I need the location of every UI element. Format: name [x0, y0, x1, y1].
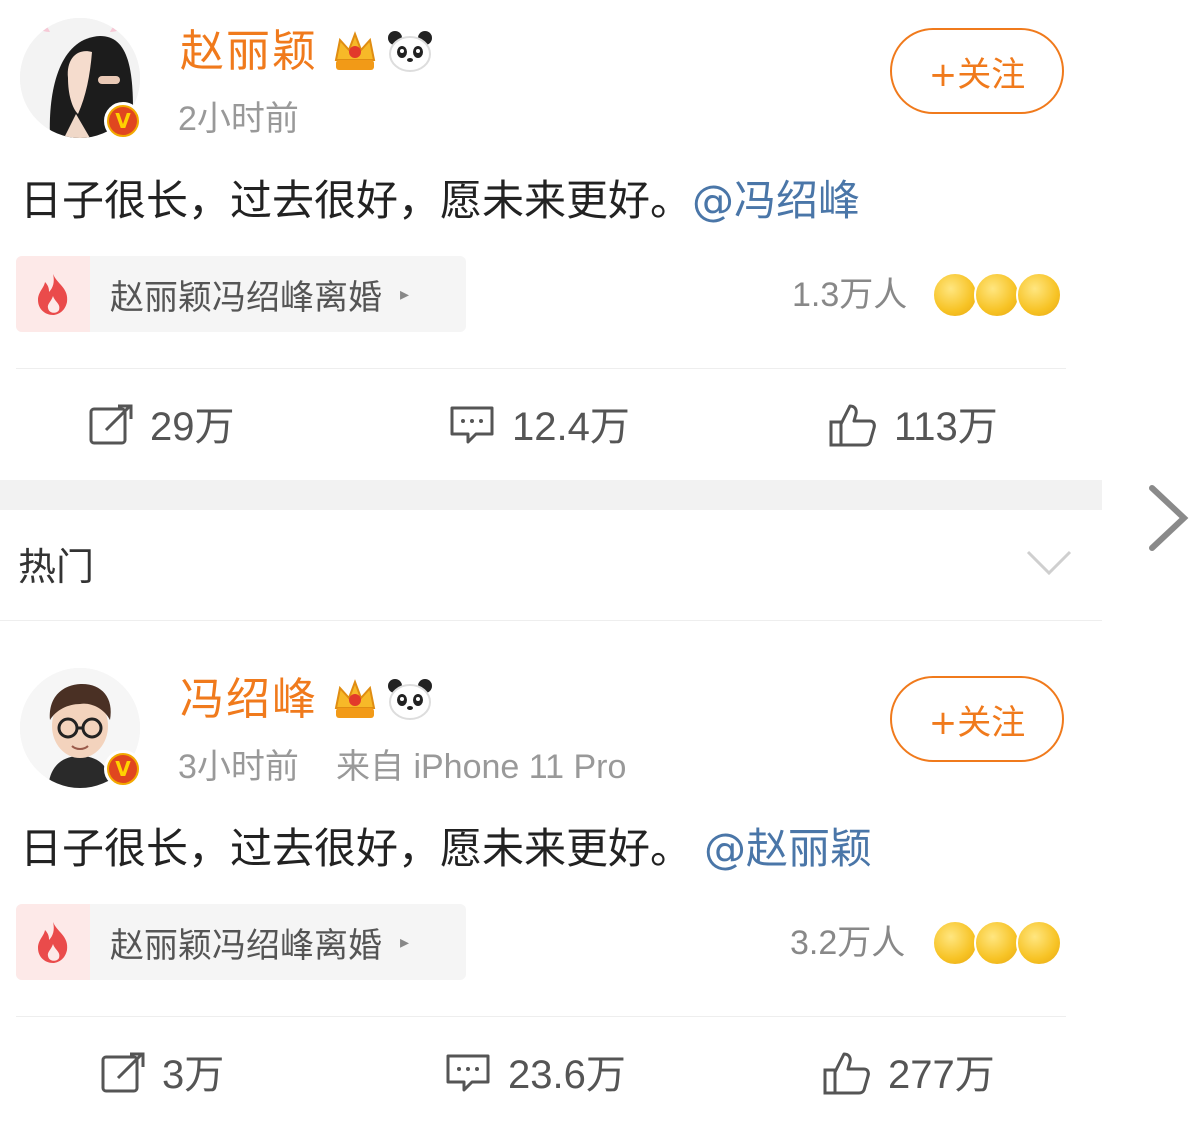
chevron-right-icon[interactable]: [1146, 484, 1190, 556]
sad-emoji-icon: [974, 272, 1020, 318]
fire-icon: [16, 256, 90, 332]
post-source: 来自 iPhone 11 Pro: [336, 748, 627, 786]
topic-participant-count: 3.2万人: [790, 924, 906, 962]
comment-count: 23.6万: [508, 1053, 626, 1097]
panda-icon: [386, 676, 434, 726]
post-body: 日子很长，过去很好，愿未来更好。: [20, 176, 693, 225]
comment-count: 12.4万: [512, 405, 630, 449]
thumbs-up-icon: [822, 1050, 872, 1100]
repost-icon: [88, 404, 134, 450]
verified-v-icon: V: [104, 750, 142, 788]
like-action[interactable]: 113万: [828, 402, 998, 452]
like-action[interactable]: 277万: [822, 1050, 995, 1100]
post-text: 日子很长，过去很好，愿未来更好。@冯绍峰: [20, 180, 860, 222]
post-text: 日子很长，过去很好，愿未来更好。 @赵丽颖: [20, 828, 872, 870]
divider: [16, 368, 1066, 369]
verified-v-icon: V: [104, 102, 142, 140]
like-count: 113万: [894, 405, 998, 449]
divider: [0, 620, 1102, 621]
repost-action[interactable]: 29万: [88, 404, 235, 450]
repost-action[interactable]: 3万: [100, 1052, 224, 1098]
chevron-down-icon[interactable]: [1026, 548, 1072, 582]
mention-link[interactable]: @赵丽颖: [704, 824, 872, 873]
caret-right-icon: ▸: [400, 931, 410, 953]
comment-action[interactable]: 12.4万: [448, 404, 630, 450]
post-body: 日子很长，过去很好，愿未来更好。: [20, 824, 693, 873]
mention-link[interactable]: @冯绍峰: [692, 176, 860, 225]
divider: [16, 1016, 1066, 1017]
panda-icon: [386, 28, 434, 78]
comment-icon: [448, 404, 496, 450]
topic-label: 赵丽颖冯绍峰离婚: [110, 277, 382, 318]
laugh-emoji-icon: [932, 920, 978, 966]
sad-emoji-icon: [974, 920, 1020, 966]
follow-button[interactable]: +关注: [890, 28, 1064, 114]
crown-icon: [332, 678, 378, 726]
reaction-emojis: [932, 272, 1062, 318]
shocked-emoji-icon: [1016, 272, 1062, 318]
crown-icon: [332, 30, 378, 78]
comment-action[interactable]: 23.6万: [444, 1052, 626, 1098]
follow-button[interactable]: +关注: [890, 676, 1064, 762]
reaction-emojis: [932, 920, 1062, 966]
caret-right-icon: ▸: [400, 283, 410, 305]
fire-icon: [16, 904, 90, 980]
shocked-emoji-icon: [1016, 920, 1062, 966]
topic-chip[interactable]: 赵丽颖冯绍峰离婚 ▸: [16, 256, 466, 332]
laugh-cry-emoji-icon: [932, 272, 978, 318]
like-count: 277万: [888, 1053, 995, 1097]
repost-icon: [100, 1052, 146, 1098]
post-time: 3小时前: [178, 748, 299, 786]
username[interactable]: 冯绍峰: [180, 678, 318, 722]
repost-count: 29万: [150, 405, 235, 449]
thumbs-up-icon: [828, 402, 878, 452]
topic-label: 赵丽颖冯绍峰离婚: [110, 925, 382, 966]
repost-count: 3万: [162, 1053, 225, 1097]
comment-icon: [444, 1052, 492, 1098]
topic-participant-count: 1.3万人: [792, 276, 908, 314]
post-time: 2小时前: [178, 100, 299, 138]
topic-chip[interactable]: 赵丽颖冯绍峰离婚 ▸: [16, 904, 466, 980]
username[interactable]: 赵丽颖: [180, 30, 318, 74]
section-separator: [0, 480, 1102, 510]
section-hot-label: 热门: [18, 545, 95, 589]
